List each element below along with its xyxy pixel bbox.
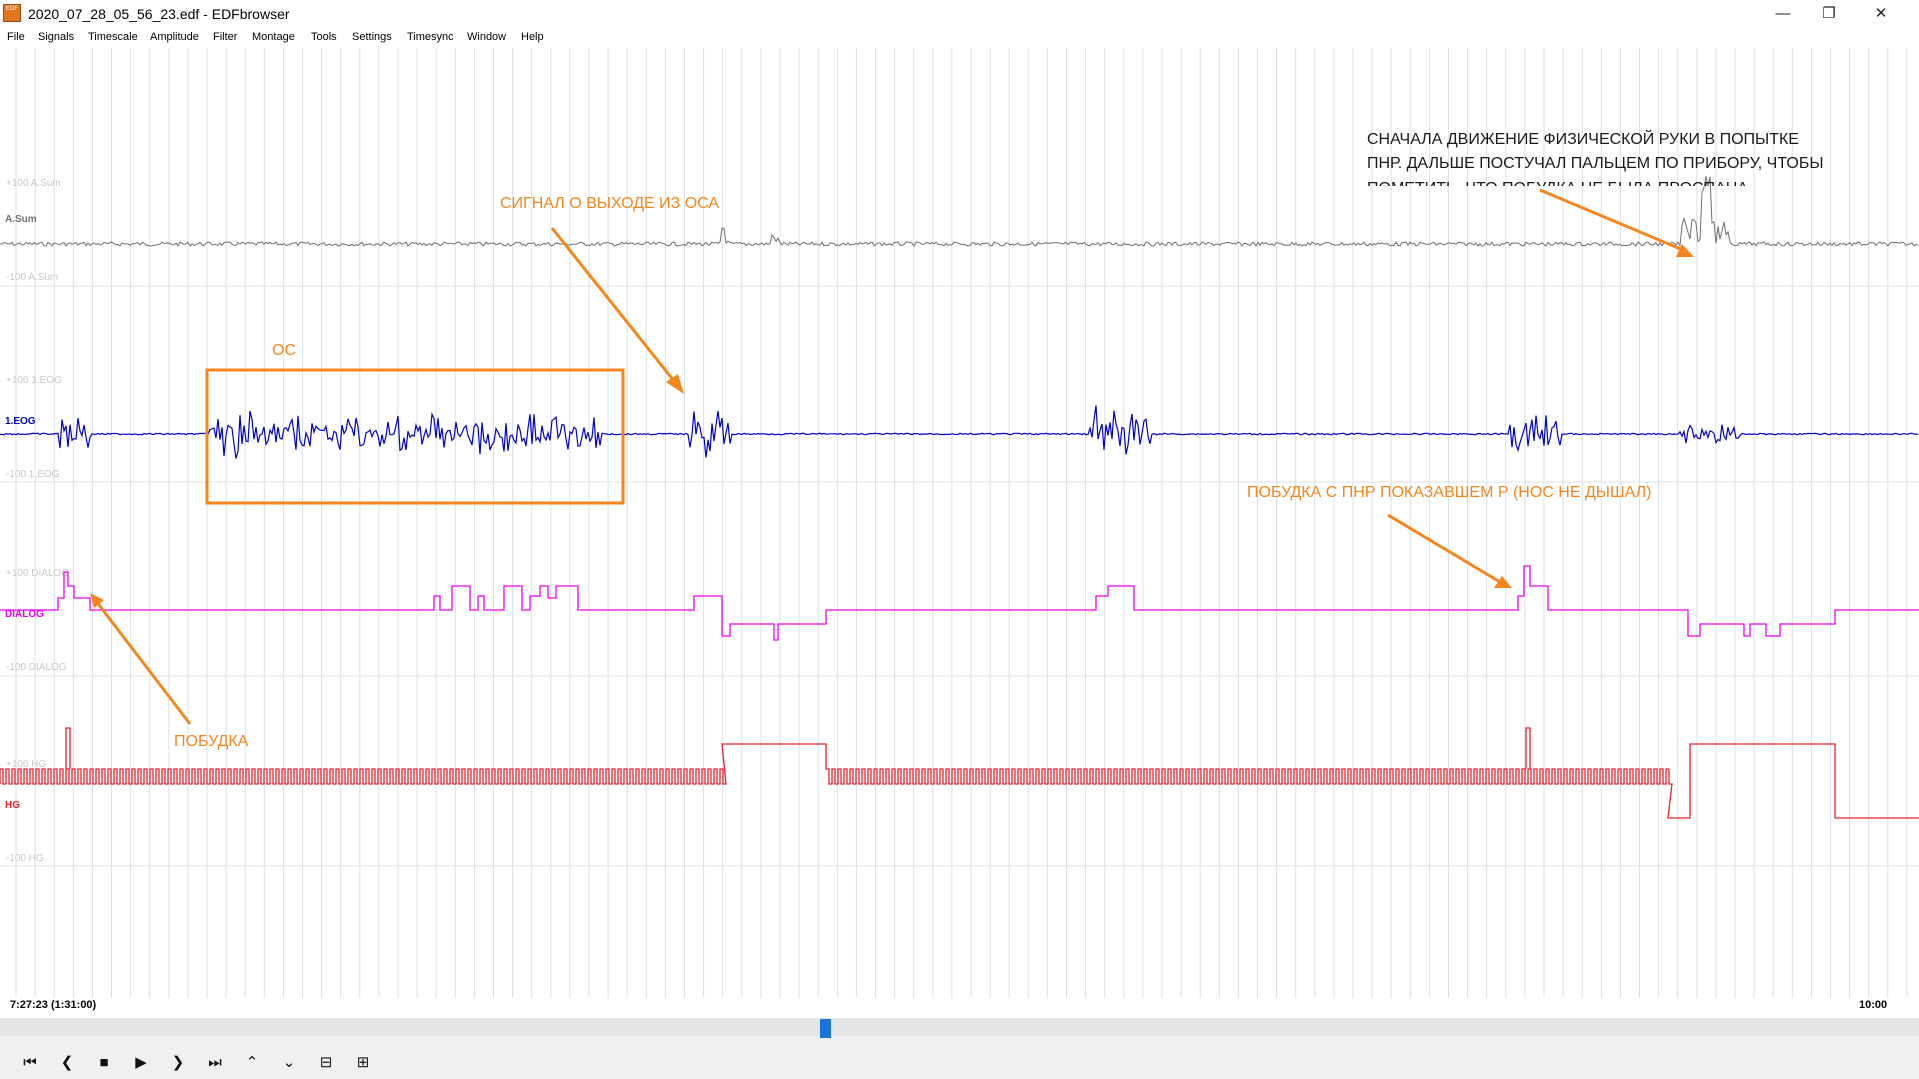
annotation-os: ОС <box>272 342 296 359</box>
menu-help[interactable]: Help <box>521 31 544 43</box>
menu-timescale[interactable]: Timescale <box>88 31 138 43</box>
amplitude-up-icon[interactable]: ⌃ <box>240 1052 264 1074</box>
menu-filter[interactable]: Filter <box>213 31 237 43</box>
asum-range-top: +100 A.Sum <box>6 178 61 189</box>
annotation-arrow-line <box>94 600 192 725</box>
annotation-arrow-head <box>1676 244 1694 257</box>
menu-signals[interactable]: Signals <box>38 31 74 43</box>
menu-montage[interactable]: Montage <box>252 31 295 43</box>
annotation-note-line3: ПОМЕТИТЬ, ЧТО ПОБУДКА НЕ БЫЛА ПРОСПАНА <box>1367 180 1748 197</box>
hg-range-bottom: -100 HG <box>6 853 44 864</box>
annotation-arrow-head <box>666 374 684 394</box>
restore-icon[interactable]: ❐ <box>1806 0 1852 28</box>
time-scroll-thumb[interactable] <box>820 1019 831 1038</box>
skip-end-icon[interactable]: ⏭ <box>203 1052 227 1074</box>
zoom-out-icon[interactable]: ⊟ <box>314 1052 338 1074</box>
bottom-toolbar: ⏮ ❮ ■ ▶ ❯ ⏭ ⌃ ⌄ ⊟ ⊞ <box>0 1018 1919 1079</box>
annotation-arrow-line <box>1539 188 1684 252</box>
menu-settings[interactable]: Settings <box>352 31 392 43</box>
title-bar: EDF 2020_07_28_05_56_23.edf - EDFbrowser… <box>0 0 1919 28</box>
window-title: 2020_07_28_05_56_23.edf - EDFbrowser <box>28 6 290 22</box>
eog-trace <box>0 405 1919 459</box>
asum-channel-label[interactable]: A.Sum <box>5 214 37 225</box>
edf-app-icon: EDF <box>3 4 21 22</box>
timeline-start-label: 7:27:23 (1:31:00) <box>10 999 97 1011</box>
minimize-icon[interactable]: — <box>1760 0 1806 28</box>
menu-window[interactable]: Window <box>467 31 506 43</box>
hg-trace <box>0 727 1919 819</box>
annotation-arrow-head <box>1494 576 1512 588</box>
dialog-range-top: +100 DIALOG <box>6 568 69 579</box>
dialog-trace <box>0 565 1919 641</box>
timeline-end-label: 10:00 <box>1859 999 1887 1011</box>
annotation-arrow-line <box>1387 513 1501 584</box>
asum-range-bottom: -100 A.Sum <box>6 272 58 283</box>
step-back-icon[interactable]: ❮ <box>55 1052 79 1074</box>
annotation-note-line1: СНАЧАЛА ДВИЖЕНИЕ ФИЗИЧЕСКОЙ РУКИ В ПОПЫТ… <box>1367 129 1799 148</box>
annotation-wakeup: ПОБУДКА <box>174 733 249 750</box>
menu-amplitude[interactable]: Amplitude <box>150 31 199 43</box>
menu-bar: File Signals Timescale Amplitude Filter … <box>0 28 1919 48</box>
eog-channel-label[interactable]: 1.EOG <box>5 416 36 427</box>
play-icon[interactable]: ▶ <box>129 1052 153 1074</box>
grid-lines <box>0 48 1919 998</box>
signal-plot-area[interactable]: +100 A.Sum A.Sum -100 A.Sum +100 1.EOG 1… <box>0 48 1919 1018</box>
annotation-wakeup-pnr: ПОБУДКА С ПНР ПОКАЗАВШЕМ Р (НОС НЕ ДЫШАЛ… <box>1247 484 1651 501</box>
stop-icon[interactable]: ■ <box>92 1052 116 1074</box>
eog-range-bottom: -100 1.EOG <box>6 469 60 480</box>
step-forward-icon[interactable]: ❯ <box>166 1052 190 1074</box>
menu-tools[interactable]: Tools <box>311 31 337 43</box>
close-icon[interactable]: ✕ <box>1858 0 1904 28</box>
amplitude-down-icon[interactable]: ⌄ <box>277 1052 301 1074</box>
menu-timesync[interactable]: Timesync <box>407 31 454 43</box>
skip-start-icon[interactable]: ⏮ <box>18 1052 42 1074</box>
hg-channel-label[interactable]: HG <box>5 800 20 811</box>
annotation-os-exit-signal: СИГНАЛ О ВЫХОДЕ ИЗ ОСА <box>500 195 719 212</box>
annotation-note-line2: ПНР. ДАЛЬШЕ ПОСТУЧАЛ ПАЛЬЦЕМ ПО ПРИБОРУ,… <box>1367 155 1823 172</box>
zoom-in-icon[interactable]: ⊞ <box>351 1052 375 1074</box>
eog-range-top: +100 1.EOG <box>6 375 62 386</box>
menu-file[interactable]: File <box>7 31 25 43</box>
annotation-arrow-line <box>550 227 680 387</box>
time-scrollbar[interactable] <box>0 1018 1919 1036</box>
asum-trace <box>0 176 1919 248</box>
dialog-range-bottom: -100 DIALOG <box>6 662 67 673</box>
